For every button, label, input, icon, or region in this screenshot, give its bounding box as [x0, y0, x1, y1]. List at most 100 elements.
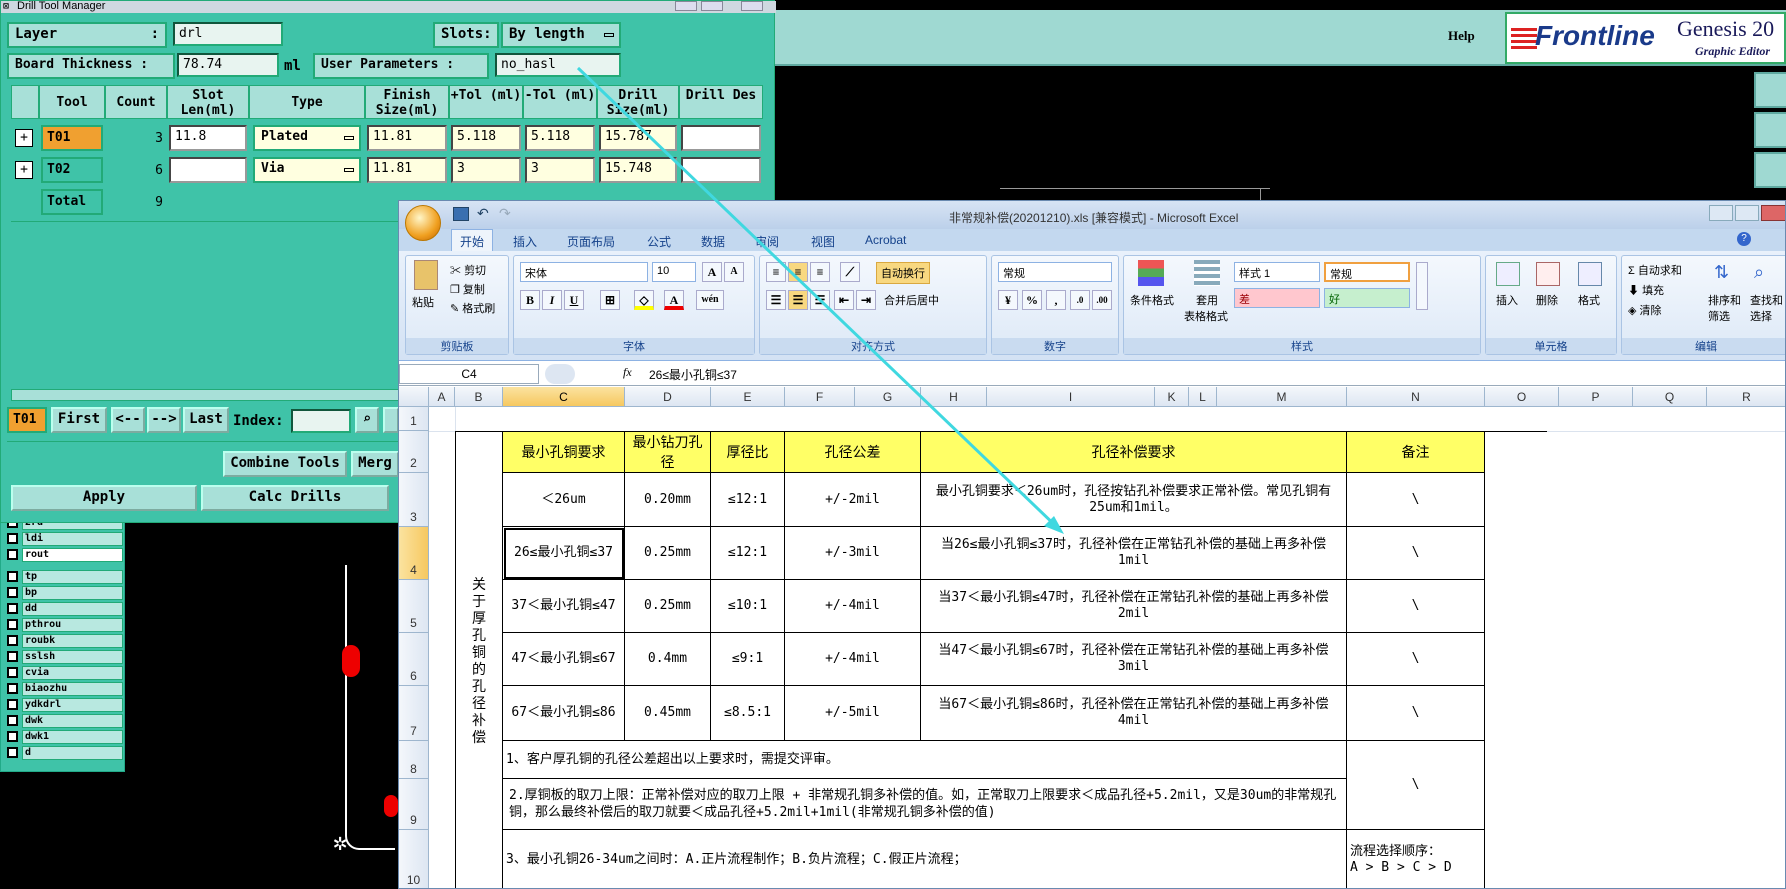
paste-icon[interactable]	[414, 260, 438, 290]
number-format-select[interactable]: 常规	[998, 262, 1112, 282]
cut-button[interactable]: ✂ 剪切	[450, 262, 486, 278]
row-header[interactable]: 2	[399, 431, 429, 473]
header-cell[interactable]: 厚径比	[711, 432, 785, 473]
layer-checkbox[interactable]	[7, 587, 18, 598]
merge-center-button[interactable]: 合并后居中	[884, 292, 939, 308]
note-mark-cell[interactable]: \	[1347, 741, 1485, 830]
table-cell[interactable]: 0.45mm	[625, 686, 711, 741]
table-cell[interactable]: ≤10:1	[711, 580, 785, 633]
column-header[interactable]: G	[855, 387, 921, 407]
column-header[interactable]: F	[785, 387, 855, 407]
layer-row[interactable]: rout	[7, 547, 123, 562]
find-select-button-1[interactable]: 查找和	[1750, 292, 1783, 308]
maximize-button[interactable]	[701, 1, 723, 11]
row-header[interactable]: 8	[399, 741, 429, 779]
tab-home[interactable]: 开始	[451, 229, 494, 251]
close-button[interactable]	[741, 1, 763, 11]
table-format-button-1[interactable]: 套用	[1196, 292, 1218, 308]
last-button[interactable]: Last	[183, 407, 229, 433]
table-cell[interactable]: 当67＜最小孔铜≤86时，孔径补偿在正常钻孔补偿的基础上再多补偿4mil	[921, 686, 1347, 741]
layer-checkbox[interactable]	[7, 533, 18, 544]
column-header[interactable]: O	[1485, 387, 1559, 407]
layer-row[interactable]: cvia	[7, 665, 123, 680]
combine-tools-button[interactable]: Combine Tools	[223, 451, 347, 477]
table-cell[interactable]: 当37＜最小孔铜≤47时，孔径补偿在正常钻孔补偿的基础上再多补偿2mil	[921, 580, 1347, 633]
layer-checkbox[interactable]	[7, 571, 18, 582]
formula-input[interactable]: 26≤最小孔铜≤37	[643, 364, 1783, 384]
layer-checkbox[interactable]	[7, 715, 18, 726]
layer-checkbox[interactable]	[7, 651, 18, 662]
layer-row[interactable]: dd	[7, 601, 123, 616]
layer-row[interactable]: ldi	[7, 531, 123, 546]
format-cells-button[interactable]: 格式	[1578, 292, 1600, 308]
column-header[interactable]: H	[921, 387, 987, 407]
formula-bar-handle[interactable]	[545, 364, 575, 384]
row-header[interactable]: 7	[399, 686, 429, 741]
decrease-decimal-icon[interactable]: .00	[1092, 290, 1112, 310]
clear-button[interactable]: ◈ 清除	[1628, 302, 1662, 318]
layer-row[interactable]: tp	[7, 569, 123, 584]
column-header[interactable]: E	[711, 387, 785, 407]
column-header[interactable]: Q	[1633, 387, 1707, 407]
sort-filter-button-1[interactable]: 排序和	[1708, 292, 1741, 308]
orientation-icon[interactable]: ⟋	[840, 262, 860, 282]
fill-button[interactable]: ⬇ 填充	[1628, 282, 1664, 298]
fill-color-icon[interactable]: ◇	[634, 290, 654, 310]
style-bad[interactable]: 差	[1234, 288, 1320, 308]
expand-row-icon[interactable]: +	[15, 129, 33, 147]
tab-acrobat[interactable]: Acrobat	[857, 232, 914, 248]
table-cell[interactable]: \	[1347, 580, 1485, 633]
layer-checkbox[interactable]	[7, 731, 18, 742]
header-cell[interactable]: 备注	[1347, 432, 1485, 473]
table-cell[interactable]: ≤12:1	[711, 527, 785, 580]
bold-icon[interactable]: B	[520, 290, 540, 310]
autosum-button[interactable]: Σ 自动求和	[1628, 262, 1682, 278]
comma-icon[interactable]: ,	[1046, 290, 1066, 310]
tab-view[interactable]: 视图	[803, 232, 843, 251]
table-cell[interactable]: \	[1347, 527, 1485, 580]
redo-icon[interactable]: ↷	[499, 205, 511, 222]
styles-scroll[interactable]	[1416, 262, 1428, 310]
row-header[interactable]: 1	[399, 407, 429, 431]
table-cell[interactable]: \	[1347, 473, 1485, 527]
table-cell[interactable]: \	[1347, 686, 1485, 741]
table-cell[interactable]: +/-5mil	[785, 686, 921, 741]
underline-icon[interactable]: U	[564, 290, 584, 310]
align-left-icon[interactable]: ☰	[766, 290, 786, 310]
align-right-icon[interactable]: ☰	[810, 290, 830, 310]
layer-checkbox[interactable]	[7, 699, 18, 710]
table-format-icon[interactable]	[1194, 260, 1220, 286]
layer-field[interactable]: drl	[173, 22, 283, 46]
layer-checkbox[interactable]	[7, 619, 18, 630]
help-button[interactable]: Help	[1448, 28, 1475, 44]
layer-row[interactable]: ydkdrl	[7, 697, 123, 712]
paste-button[interactable]: 粘贴	[412, 294, 434, 310]
calc-drills-button[interactable]: Calc Drills	[201, 485, 389, 511]
layer-row[interactable]: pthrou	[7, 617, 123, 632]
table-cell[interactable]: 0.25mm	[625, 527, 711, 580]
plus-tol-field[interactable]: 3	[451, 157, 521, 183]
table-cell[interactable]: 当47＜最小孔铜≤67时，孔径补偿在正常钻孔补偿的基础上再多补偿3mil	[921, 633, 1347, 686]
delete-cells-button[interactable]: 删除	[1536, 292, 1558, 308]
table-cell[interactable]: +/-3mil	[785, 527, 921, 580]
table-cell[interactable]: ＜26um	[503, 473, 625, 527]
row-header[interactable]: 6	[399, 633, 429, 686]
layer-row[interactable]: biaozhu	[7, 681, 123, 696]
expand-row-icon[interactable]: +	[15, 161, 33, 179]
table-format-button-2[interactable]: 表格格式	[1184, 308, 1228, 324]
header-cell[interactable]: 最小钻刀孔径	[625, 432, 711, 473]
drill-size-field[interactable]: 15.748	[599, 157, 677, 183]
minimize-button[interactable]	[1709, 205, 1733, 221]
finish-size-field[interactable]: 11.81	[367, 125, 447, 151]
side-tool-button[interactable]	[1754, 72, 1786, 108]
conditional-format-button[interactable]: 条件格式	[1130, 292, 1174, 308]
border-icon[interactable]: ⊞	[600, 290, 620, 310]
type-select[interactable]: Plated	[253, 125, 361, 151]
table-cell[interactable]: +/-2mil	[785, 473, 921, 527]
copy-button[interactable]: ❐ 复制	[450, 281, 485, 297]
format-cells-icon[interactable]	[1578, 262, 1602, 286]
thickness-field[interactable]: 78.74	[177, 53, 279, 77]
font-color-icon[interactable]: A	[664, 290, 684, 310]
header-cell[interactable]: 孔径公差	[785, 432, 921, 473]
tab-page-layout[interactable]: 页面布局	[559, 232, 623, 251]
